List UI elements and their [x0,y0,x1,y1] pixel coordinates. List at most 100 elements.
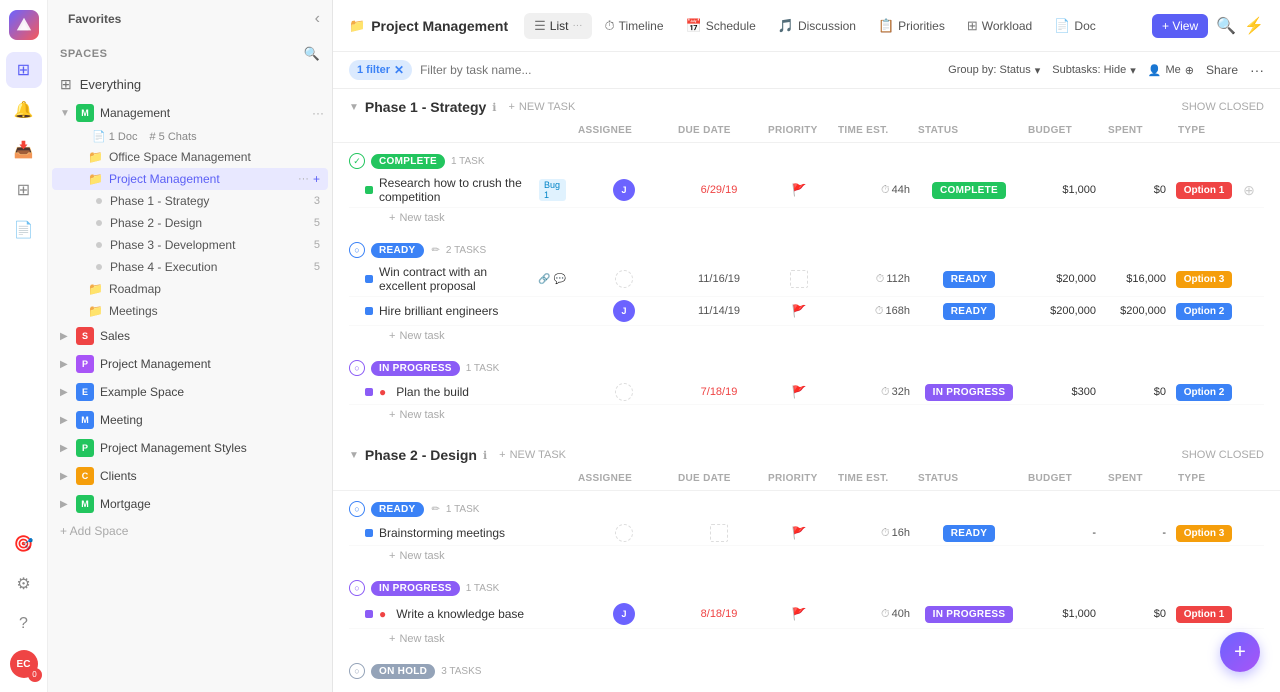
phase2-info-icon[interactable]: ℹ [483,449,487,462]
pm-actions[interactable]: ··· [298,173,309,185]
sidebar-folder-project-mgmt[interactable]: 📁 Project Management ··· + [52,168,328,190]
sidebar-collapse-button[interactable]: ‹ [315,10,320,28]
spaces-header: Spaces 🔍 [48,38,332,70]
sidebar-folder-office-space[interactable]: 📁 Office Space Management [48,146,332,168]
task-name[interactable]: Hire brilliant engineers [379,304,498,318]
phase1-add-task[interactable]: + NEW TASK [502,99,581,115]
management-actions[interactable]: ··· [312,106,324,120]
link-icon: 🔗 [538,274,550,285]
status-badge: COMPLETE [932,182,1006,199]
phase1-label: Phase 1 - Strategy [110,194,209,208]
ready-status-icon[interactable]: ○ [349,242,365,258]
phase2-toggle[interactable]: ▼ [349,450,359,461]
nav-user-avatar[interactable]: EC [6,646,42,682]
space-icon-pm-styles: P [76,439,94,457]
phase1-ready-new-task[interactable]: + New task [349,326,1264,346]
sidebar-space-example[interactable]: ▶ E Example Space [48,378,332,406]
phase1-show-closed[interactable]: SHOW CLOSED [1181,101,1264,113]
new-task-label: New task [399,330,444,342]
management-meta: 📄 1 Doc # 5 Chats [48,127,332,146]
tab-workload[interactable]: ⊞ Workload [957,13,1042,39]
sidebar-space-pm[interactable]: ▶ P Project Management [48,350,332,378]
new-task-label: NEW TASK [510,449,566,461]
sidebar-folder-meetings[interactable]: 📁 Meetings [48,300,332,322]
nav-docs-icon[interactable]: 📄 [6,212,42,248]
subtasks-selector[interactable]: Subtasks: Hide ▾ [1052,64,1136,77]
budget-cell: $200,000 [1024,305,1104,317]
task-name[interactable]: Brainstorming meetings [379,526,505,540]
sidebar-sub-phase4[interactable]: Phase 4 - Execution 5 [48,256,332,278]
phase1-progress-new-task[interactable]: + New task [349,405,1264,425]
group-by-selector[interactable]: Group by: Status ▾ [948,64,1040,77]
pm-add-icon[interactable]: + [313,172,320,186]
doc-tab-icon: 📄 [1054,18,1070,34]
spent-cell: $0 [1104,184,1174,196]
task-name[interactable]: Research how to crush the competition [379,176,529,204]
complete-status-icon[interactable]: ✓ [349,153,365,169]
type-cell: Option 2 [1174,303,1234,320]
app-logo[interactable] [9,10,39,40]
main-content: 📁 Project Management ☰ List ··· ⏱ Timeli… [333,0,1280,692]
sidebar-space-meeting[interactable]: ▶ M Meeting [48,406,332,434]
ready-edit-icon2[interactable]: ✏ [432,504,440,515]
nav-home-icon[interactable]: ⊞ [6,52,42,88]
share-button[interactable]: Share [1206,63,1238,77]
lightning-icon[interactable]: ⚡ [1244,16,1264,36]
task-name[interactable]: Plan the build [396,385,469,399]
phase1-info-icon[interactable]: ℹ [492,101,496,114]
sidebar-sub-phase1[interactable]: Phase 1 - Strategy 3 [48,190,332,212]
discussion-tab-label: Discussion [798,19,856,33]
task-name[interactable]: Write a knowledge base [396,607,524,621]
sidebar-space-sales[interactable]: ▶ S Sales [48,322,332,350]
phase1-toggle[interactable]: ▼ [349,102,359,113]
fab-button[interactable]: + [1220,632,1260,672]
nav-goals-icon[interactable]: 🎯 [6,526,42,562]
sidebar-item-everything[interactable]: ⊞ Everything [48,70,332,99]
nav-notifications-icon[interactable]: 🔔 [6,92,42,128]
clock-icon: ⏱ [881,608,890,621]
filter-remove-icon[interactable]: ✕ [394,63,404,77]
sidebar-sub-phase3[interactable]: Phase 3 - Development 5 [48,234,332,256]
nav-help-icon[interactable]: ? [6,606,42,642]
onhold-status-icon[interactable]: ○ [349,663,365,679]
type-cell: Option 1 [1174,182,1234,199]
ready-edit-icon[interactable]: ✏ [432,245,440,256]
spaces-search-icon[interactable]: 🔍 [304,46,320,62]
sidebar-sub-phase2[interactable]: Phase 2 - Design 5 [48,212,332,234]
tab-list[interactable]: ☰ List ··· [524,13,592,39]
phase2-add-task[interactable]: + NEW TASK [493,447,572,463]
th-assignee: ASSIGNEE [574,471,674,486]
nav-inbox-icon[interactable]: 📥 [6,132,42,168]
sidebar-folder-roadmap[interactable]: 📁 Roadmap [48,278,332,300]
nav-settings-icon[interactable]: ⚙ [6,566,42,602]
phase1-complete-new-task[interactable]: + New task [349,208,1264,228]
nav-apps-icon[interactable]: ⊞ [6,172,42,208]
sidebar-space-clients[interactable]: ▶ C Clients [48,462,332,490]
filter-badge[interactable]: 1 filter ✕ [349,60,412,80]
ready-status-icon2[interactable]: ○ [349,501,365,517]
priority-flag-icon: 🚩 [792,385,807,399]
list-tab-more[interactable]: ··· [572,20,582,31]
me-filter[interactable]: 👤 Me ⊕ [1148,64,1194,77]
add-view-button[interactable]: + View [1152,14,1208,38]
search-button[interactable]: 🔍 [1216,16,1236,36]
inprogress-status-icon[interactable]: ○ [349,360,365,376]
add-space-button[interactable]: + Add Space [48,518,332,544]
phase2-ready-new-task[interactable]: + New task [349,546,1264,566]
tab-schedule[interactable]: 📅 Schedule [676,13,766,39]
sidebar-space-mortgage[interactable]: ▶ M Mortgage [48,490,332,518]
tab-doc[interactable]: 📄 Doc [1044,13,1106,39]
sidebar-space-pm-styles[interactable]: ▶ P Project Management Styles [48,434,332,462]
more-options-button[interactable]: ··· [1250,62,1264,78]
task-name[interactable]: Win contract with an excellent proposal [379,265,528,293]
doc-tab-label: Doc [1074,19,1095,33]
phase2-progress-new-task[interactable]: + New task [349,629,1264,649]
inprogress-status-icon2[interactable]: ○ [349,580,365,596]
filter-by-name-input[interactable] [420,63,940,77]
row-more-icon[interactable]: ⊕ [1243,182,1255,199]
tab-discussion[interactable]: 🎵 Discussion [768,13,866,39]
phase2-show-closed[interactable]: SHOW CLOSED [1181,449,1264,461]
tab-priorities[interactable]: 📋 Priorities [868,13,955,39]
tab-timeline[interactable]: ⏱ Timeline [594,13,673,39]
sidebar-space-management[interactable]: ▼ M Management ··· [48,99,332,127]
